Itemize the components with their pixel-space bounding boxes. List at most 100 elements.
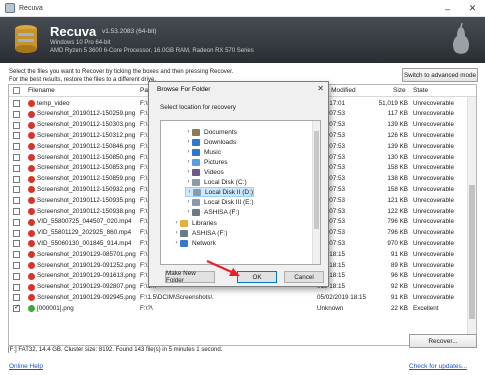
state-indicator-icon xyxy=(28,121,35,129)
tree-scrollbar[interactable] xyxy=(312,121,320,264)
folder-label: Pictures xyxy=(204,158,228,166)
close-button[interactable]: ✕ xyxy=(460,0,485,17)
make-new-folder-button[interactable]: Make New Folder xyxy=(165,270,215,284)
row-checkbox[interactable] xyxy=(13,121,20,129)
file-state: Unrecoverable xyxy=(413,239,454,247)
row-checkbox[interactable] xyxy=(13,218,20,226)
row-checkbox[interactable] xyxy=(13,175,20,183)
table-scrollbar[interactable] xyxy=(467,97,476,345)
recover-button[interactable]: Recover... xyxy=(409,334,477,348)
folder-tree-item[interactable]: › Libraries xyxy=(173,218,217,228)
cancel-button[interactable]: Cancel xyxy=(284,271,324,283)
row-checkbox[interactable] xyxy=(13,283,20,291)
scrollbar-thumb[interactable] xyxy=(469,185,475,319)
drive-icon xyxy=(192,198,200,206)
file-state: Excellent xyxy=(413,304,439,312)
file-size: 96 KB xyxy=(390,272,408,280)
folder-label: ASHISA (F:) xyxy=(192,229,228,237)
file-size: 92 KB xyxy=(390,283,408,291)
row-checkbox[interactable] xyxy=(13,262,20,269)
expand-chevron-icon[interactable]: › xyxy=(185,169,192,175)
minimize-button[interactable]: – xyxy=(435,0,460,17)
folder-tree-item[interactable]: › Local Disk (C:) xyxy=(185,177,247,187)
row-checkbox[interactable] xyxy=(13,303,20,313)
row-checkbox[interactable] xyxy=(13,164,20,172)
table-row[interactable]: Screenshot_20190129-092945.png F:\1.5\DCI… xyxy=(9,292,476,303)
select-all-checkbox[interactable] xyxy=(13,87,20,94)
row-checkbox[interactable] xyxy=(13,154,20,161)
folder-label: Downloads xyxy=(204,138,237,146)
folder-tree-item[interactable]: › Downloads xyxy=(185,137,236,147)
state-indicator-icon xyxy=(28,100,35,107)
folder-tree-item[interactable]: › Videos xyxy=(185,167,224,177)
folder-label: Videos xyxy=(204,168,224,176)
row-checkbox[interactable] xyxy=(13,240,20,248)
expand-chevron-icon[interactable]: › xyxy=(185,149,192,155)
file-date: Unknown xyxy=(317,304,344,312)
expand-chevron-icon[interactable]: › xyxy=(185,209,192,215)
dialog-title: Browse For Folder xyxy=(157,86,211,93)
expand-chevron-icon[interactable]: › xyxy=(185,179,192,185)
row-checkbox[interactable] xyxy=(13,294,20,302)
folder-tree-item[interactable]: › Local Disk II (D:) xyxy=(185,187,255,197)
dialog-close-icon[interactable]: ✕ xyxy=(317,84,324,93)
videos-icon xyxy=(192,168,200,176)
table-row[interactable]: [000001].png F:\?\ Unknown 22 KB Excellent xyxy=(9,303,476,314)
row-checkbox[interactable] xyxy=(13,197,20,205)
file-size: 117 KB xyxy=(387,110,408,118)
file-state: Unrecoverable xyxy=(413,218,454,226)
music-icon xyxy=(192,148,200,156)
file-size: 121 KB xyxy=(387,196,408,204)
row-checkbox[interactable] xyxy=(13,132,20,140)
file-state: Unrecoverable xyxy=(413,196,454,204)
row-checkbox[interactable] xyxy=(13,251,20,259)
row-checkbox[interactable] xyxy=(13,208,20,215)
expand-chevron-icon[interactable]: › xyxy=(173,220,180,226)
header-banner: Recuva v1.53.2083 (64-bit) Windows 10 Pr… xyxy=(0,17,485,63)
expand-chevron-icon[interactable]: › xyxy=(185,139,192,145)
expand-chevron-icon[interactable]: › xyxy=(185,199,192,205)
folder-tree-item[interactable]: › ASHISA (F:) xyxy=(173,228,227,238)
row-checkbox[interactable] xyxy=(13,143,20,151)
file-name: Screenshot_20190112-150303.png xyxy=(37,121,136,129)
file-size: 22 KB xyxy=(390,304,408,312)
tree-scrollbar-thumb[interactable] xyxy=(314,131,319,229)
expand-chevron-icon[interactable]: › xyxy=(186,189,193,195)
file-name: temp_video xyxy=(37,99,70,107)
file-size: 51,019 KB xyxy=(378,99,408,107)
advanced-mode-button[interactable]: Switch to advanced mode xyxy=(402,68,478,82)
online-help-link[interactable]: Online Help xyxy=(9,363,43,370)
folder-tree-item[interactable]: › Local Disk III (E:) xyxy=(185,197,253,207)
file-name: VID_55801129_202925_860.mp4 xyxy=(37,229,132,237)
folder-label: Music xyxy=(204,148,221,156)
folder-label: Local Disk III (E:) xyxy=(204,198,254,206)
file-state: Unrecoverable xyxy=(413,131,454,139)
file-state: Unrecoverable xyxy=(413,175,454,183)
file-size: 158 KB xyxy=(387,185,408,193)
expand-chevron-icon[interactable]: › xyxy=(185,159,192,165)
file-state: Unrecoverable xyxy=(413,272,454,280)
ok-button[interactable]: OK xyxy=(237,271,277,283)
row-checkbox[interactable] xyxy=(13,110,20,118)
state-indicator-icon xyxy=(28,283,35,291)
column-state[interactable]: State xyxy=(413,87,428,94)
folder-tree-item[interactable]: › Pictures xyxy=(185,157,227,167)
file-state: Unrecoverable xyxy=(413,164,454,172)
expand-chevron-icon[interactable]: › xyxy=(185,129,192,135)
folder-tree-item[interactable]: › Network xyxy=(173,238,216,248)
row-checkbox[interactable] xyxy=(13,186,20,194)
folder-tree-item[interactable]: › ASHISA (F:) xyxy=(185,207,239,217)
column-size[interactable]: Size xyxy=(393,87,406,94)
row-checkbox[interactable] xyxy=(13,100,20,107)
check-updates-link[interactable]: Check for updates... xyxy=(409,363,467,370)
folder-tree-item[interactable]: › Music xyxy=(185,147,221,157)
row-checkbox[interactable] xyxy=(13,272,20,280)
row-checkbox[interactable] xyxy=(13,229,20,237)
file-name: Screenshot_20190129-092945.png xyxy=(37,293,136,301)
column-filename[interactable]: Filename xyxy=(28,87,55,94)
expand-chevron-icon[interactable]: › xyxy=(173,240,180,246)
pictures-icon xyxy=(192,158,200,166)
expand-chevron-icon[interactable]: › xyxy=(173,230,180,236)
folder-tree-item[interactable]: › Documents xyxy=(185,127,237,137)
file-path: F:\1.5\DCIM\Screenshots\ xyxy=(140,293,213,301)
